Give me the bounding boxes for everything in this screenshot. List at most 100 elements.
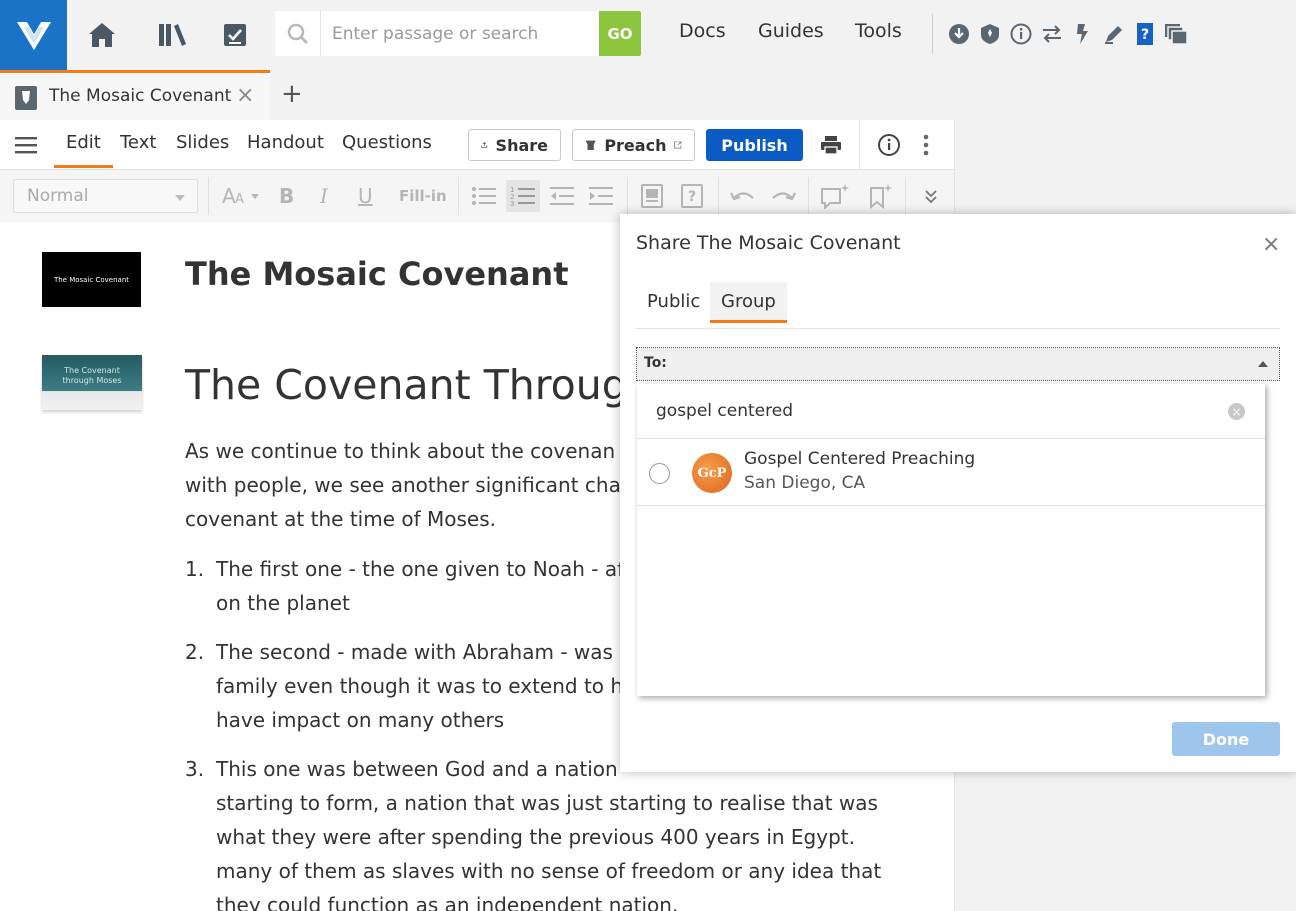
divider xyxy=(859,120,860,170)
svg-text:3: 3 xyxy=(510,200,514,207)
pulpit-icon xyxy=(585,140,596,151)
help-book-icon[interactable]: ? xyxy=(1133,22,1157,46)
mode-tab-slides[interactable]: Slides xyxy=(176,132,229,153)
numbered-list-icon[interactable]: 123 xyxy=(506,180,540,212)
search-icon xyxy=(275,11,321,56)
insert-block-icon[interactable] xyxy=(640,183,664,209)
svg-text:?: ? xyxy=(688,189,696,205)
preach-button[interactable]: Preach xyxy=(572,129,695,161)
slide-thumbnail-heading[interactable]: The Covenant through Moses xyxy=(42,355,142,410)
logos-logo-icon[interactable] xyxy=(0,0,67,70)
undo-icon[interactable] xyxy=(730,183,756,209)
nav-guides[interactable]: Guides xyxy=(758,20,824,42)
avatar: GcP xyxy=(692,453,732,493)
list-line: what they were after spending the previo… xyxy=(216,825,855,849)
select-radio[interactable] xyxy=(649,463,670,484)
document-tab-row: The Mosaic Covenant × + xyxy=(0,70,1296,120)
flash-icon[interactable] xyxy=(1071,22,1095,46)
paragraph-style-value: Normal xyxy=(27,186,89,206)
redo-icon[interactable] xyxy=(770,183,796,209)
done-button[interactable]: Done xyxy=(1172,722,1280,756)
checklist-icon[interactable] xyxy=(218,18,252,52)
swap-arrows-icon[interactable] xyxy=(1040,22,1064,46)
slide-thumbnail-title[interactable]: The Mosaic Covenant xyxy=(42,252,141,307)
mode-tab-text[interactable]: Text xyxy=(120,132,156,153)
add-tab-button[interactable]: + xyxy=(281,79,303,109)
close-icon[interactable]: × xyxy=(1262,232,1280,257)
list-line: many of them as slaves with no sense of … xyxy=(216,859,882,883)
mode-tab-questions[interactable]: Questions xyxy=(342,132,432,153)
print-icon[interactable] xyxy=(819,133,843,157)
mode-tab-edit[interactable]: Edit xyxy=(54,132,113,168)
clear-search-icon[interactable]: × xyxy=(1228,403,1245,420)
slide-thumbnail-text: through Moses xyxy=(62,376,122,385)
divider xyxy=(905,177,906,215)
outdent-icon[interactable] xyxy=(549,183,575,209)
close-tab-icon[interactable]: × xyxy=(236,83,254,108)
divider xyxy=(636,328,1280,329)
menu-icon[interactable] xyxy=(15,135,37,155)
mode-tab-handout[interactable]: Handout xyxy=(247,132,324,153)
divider xyxy=(458,177,459,215)
svg-text:A: A xyxy=(235,192,244,206)
shield-icon[interactable] xyxy=(978,22,1002,46)
divider xyxy=(208,177,209,215)
group-search-dropdown: × GcP Gospel Centered Preaching San Dieg… xyxy=(637,384,1265,696)
preach-button-label: Preach xyxy=(604,135,667,155)
indent-icon[interactable] xyxy=(588,183,614,209)
list-line: starting to form, a nation that was just… xyxy=(216,791,878,815)
nav-docs[interactable]: Docs xyxy=(679,20,726,42)
bold-icon[interactable]: B xyxy=(279,183,294,209)
download-icon[interactable] xyxy=(947,22,971,46)
italic-icon[interactable]: I xyxy=(320,183,328,209)
list-item[interactable]: GcP Gospel Centered Preaching San Diego,… xyxy=(637,440,1265,506)
bullet-list-icon[interactable] xyxy=(471,183,497,209)
top-bar: GO Docs Guides Tools ? xyxy=(0,0,1296,70)
home-icon[interactable] xyxy=(85,18,119,52)
divider xyxy=(808,177,809,215)
library-icon[interactable] xyxy=(155,18,189,52)
chevron-down-icon xyxy=(175,195,185,201)
add-comment-icon[interactable] xyxy=(820,183,850,209)
share-button[interactable]: Share xyxy=(468,129,561,161)
document-title: The Mosaic Covenant xyxy=(185,255,569,293)
tab-public[interactable]: Public xyxy=(636,282,711,320)
more-vertical-icon[interactable] xyxy=(914,133,938,157)
windows-icon[interactable] xyxy=(1164,22,1188,46)
group-name: Gospel Centered Preaching xyxy=(744,449,976,469)
share-button-label: Share xyxy=(495,135,548,155)
info-icon[interactable] xyxy=(877,133,901,157)
divider xyxy=(718,177,719,215)
search-box: GO xyxy=(275,11,641,56)
group-search-input[interactable] xyxy=(637,384,1265,439)
svg-text:A: A xyxy=(222,186,236,206)
chevron-up-icon[interactable] xyxy=(1258,361,1268,367)
document-heading: The Covenant Through xyxy=(185,361,654,409)
divider xyxy=(932,14,933,54)
go-button[interactable]: GO xyxy=(599,11,641,56)
nav-tools[interactable]: Tools xyxy=(855,20,902,42)
add-bookmark-icon[interactable] xyxy=(867,183,893,209)
document-tab-title: The Mosaic Covenant xyxy=(49,86,232,106)
list-number: 1. xyxy=(185,557,205,581)
paragraph-style-select[interactable]: Normal xyxy=(13,179,198,213)
divider xyxy=(627,177,628,215)
sermon-doc-icon xyxy=(14,85,38,111)
list-number: 3. xyxy=(185,757,205,781)
tab-group[interactable]: Group xyxy=(710,282,787,323)
question-block-icon[interactable]: ? xyxy=(680,183,704,209)
font-size-icon[interactable]: AA xyxy=(222,183,262,209)
editor-toolbar: Edit Text Slides Handout Questions Share… xyxy=(0,120,955,170)
document-tab[interactable]: The Mosaic Covenant × xyxy=(0,70,270,120)
underline-icon[interactable]: U xyxy=(358,183,373,209)
recipient-field[interactable]: To: xyxy=(636,347,1280,381)
pen-icon[interactable] xyxy=(1102,22,1126,46)
share-dialog: Share The Mosaic Covenant × Public Group… xyxy=(620,214,1296,772)
info-icon[interactable] xyxy=(1009,22,1033,46)
publish-button[interactable]: Publish xyxy=(706,129,803,161)
list-number: 2. xyxy=(185,640,205,664)
fill-in-button[interactable]: Fill-in xyxy=(399,183,447,209)
chevron-double-down-icon[interactable] xyxy=(923,183,939,209)
search-input[interactable] xyxy=(322,11,599,56)
share-icon xyxy=(481,141,488,148)
